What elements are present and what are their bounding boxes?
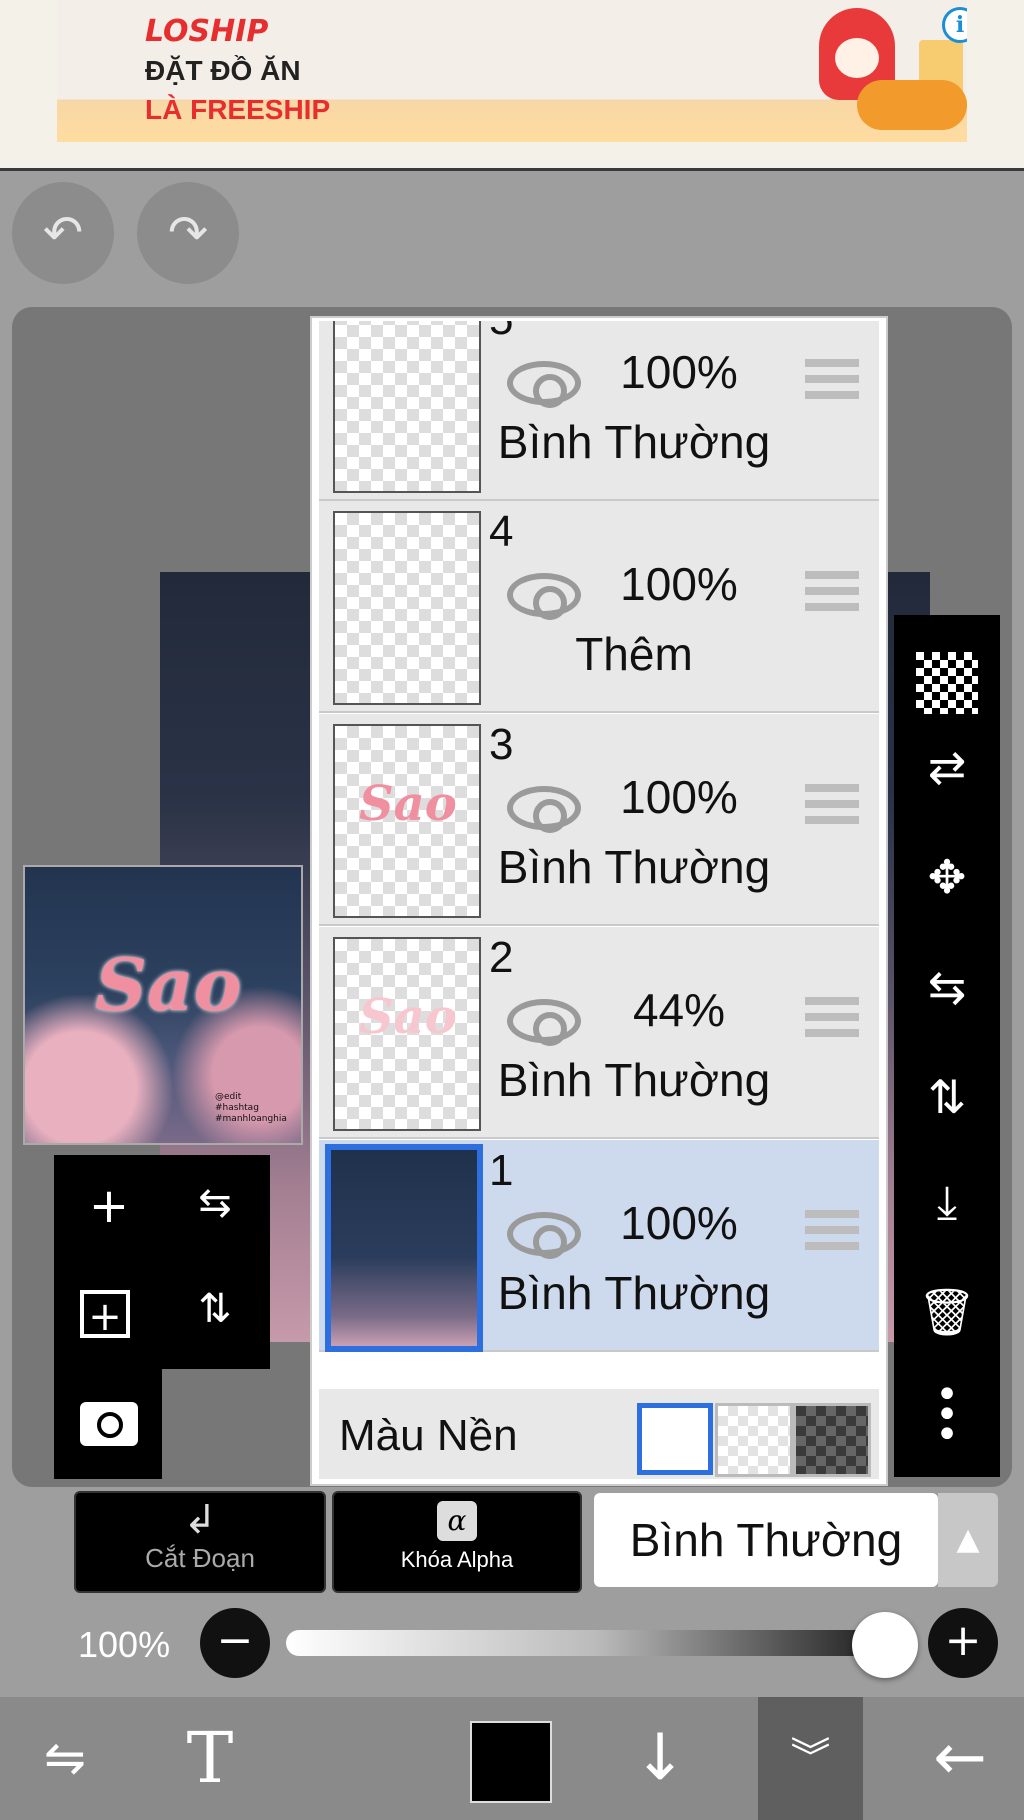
layer-number: 1 (489, 1146, 514, 1195)
layer-thumbnail-text: Sao (359, 776, 457, 832)
add-layer-copy-icon[interactable]: + (80, 1290, 130, 1340)
minus-icon: − (216, 1615, 254, 1666)
background-color-label: Màu Nền (339, 1411, 518, 1460)
merge-down-icon[interactable]: ⤓ (894, 1175, 1000, 1231)
preview-title-text: Sao (95, 942, 242, 1027)
flip-horizontal-icon[interactable]: ⇆ (170, 1180, 260, 1226)
undo-icon: ↶ (42, 205, 84, 261)
alpha-lock-button[interactable]: α Khóa Alpha (332, 1491, 582, 1593)
layer-row-3[interactable]: Sao 3 100% Bình Thường (319, 714, 879, 926)
eye-icon[interactable] (507, 999, 581, 1046)
flip-vertical-rotate-icon[interactable]: ⇅ (894, 1070, 1000, 1124)
color-swatch[interactable] (470, 1721, 552, 1803)
double-chevron-down-button[interactable]: ︾ (758, 1697, 863, 1820)
layer-thumbnail: Sao (333, 937, 481, 1131)
layer-thumbnail (333, 321, 481, 493)
layer-row-5[interactable]: 5 100% Bình Thường (319, 318, 879, 501)
layer-opacity: 100% (620, 771, 738, 823)
opacity-increase-button[interactable]: + (928, 1608, 998, 1678)
eye-icon[interactable] (507, 361, 581, 408)
layer-thumbnail (325, 1144, 483, 1352)
drag-handle-icon[interactable] (805, 359, 859, 407)
plus-icon: + (944, 1615, 982, 1666)
layer-opacity: 44% (632, 984, 726, 1036)
layer-opacity: 100% (620, 346, 738, 398)
layer-row-4[interactable]: 4 100% Thêm (319, 501, 879, 713)
back-arrow-icon[interactable]: ← (910, 1697, 1010, 1820)
drag-handle-icon[interactable] (805, 1210, 859, 1258)
opacity-slider[interactable] (286, 1630, 906, 1656)
layer-thumbnail: Sao (333, 724, 481, 918)
background-color-row: Màu Nền (319, 1389, 879, 1479)
clip-arrow-icon: ↲ (183, 1497, 217, 1543)
brush-eraser-swap-icon[interactable]: ⇋ (20, 1697, 110, 1820)
canvas-preview-thumbnail: Sao @edit #hashtag #manhloanghia (23, 865, 303, 1145)
layer-number: 3 (489, 720, 514, 769)
drag-handle-icon[interactable] (805, 784, 859, 832)
eye-icon[interactable] (507, 573, 581, 620)
ad-brand: LOSHIP (145, 14, 269, 49)
redo-button[interactable]: ↷ (137, 182, 239, 284)
clip-button[interactable]: ↲ Cắt Đoạn (74, 1491, 326, 1593)
clip-label: Cắt Đoạn (145, 1543, 255, 1573)
trash-icon[interactable]: 🗑 (894, 1285, 1000, 1340)
ad-banner-bar: LOSHIP ĐẶT ĐỒ ĂN LÀ FREESHIP i ✕ (0, 0, 1024, 171)
layer-thumbnail-text: Sao (359, 989, 457, 1045)
ad-banner[interactable]: LOSHIP ĐẶT ĐỒ ĂN LÀ FREESHIP i ✕ (57, 0, 967, 142)
move-icon[interactable]: ✥ (894, 850, 1000, 904)
layer-blend-mode: Thêm (575, 628, 693, 680)
layers-panel: 5 100% Bình Thường 4 100% Thêm Sao 3 100… (312, 318, 886, 1484)
arrow-down-icon[interactable]: ↓ (620, 1697, 700, 1820)
drag-handle-icon[interactable] (805, 997, 859, 1045)
ad-line-2: LÀ FREESHIP (145, 94, 331, 125)
ad-food-image (857, 80, 967, 130)
blend-mode-value: Bình Thường (629, 1514, 903, 1566)
alpha-lock-icon: α (437, 1501, 477, 1541)
add-layer-icon[interactable]: + (64, 1178, 154, 1234)
eye-icon[interactable] (507, 786, 581, 833)
swap-layers-icon[interactable]: ⇄ (894, 740, 1000, 794)
preview-credit-text: @edit #hashtag #manhloanghia (215, 1092, 287, 1124)
layer-number: 2 (489, 933, 514, 982)
ad-line-1: ĐẶT ĐỒ ĂN (145, 55, 301, 86)
layer-blend-mode: Bình Thường (497, 1054, 771, 1106)
alpha-lock-label: Khóa Alpha (400, 1547, 514, 1572)
more-icon[interactable]: • • • (894, 1375, 1000, 1455)
flip-vertical-icon[interactable]: ⇅ (170, 1286, 260, 1332)
bottom-toolbar: ⇋ T ↓ ︾ ← (0, 1697, 1024, 1820)
layer-opacity: 100% (620, 558, 738, 610)
opacity-decrease-button[interactable]: − (200, 1608, 270, 1678)
layer-opacity: 100% (620, 1197, 738, 1249)
right-tool-strip: ⇄ ✥ ⇆ ⇅ ⤓ 🗑 • • • (894, 615, 1000, 1477)
transparency-icon[interactable] (894, 640, 1000, 714)
ad-info-icon[interactable]: i (942, 7, 967, 43)
double-chevron-down-icon: ︾ (790, 1735, 831, 1781)
layer-thumbnail (333, 511, 481, 705)
redo-icon: ↷ (167, 205, 209, 261)
layer-blend-mode: Bình Thường (497, 841, 771, 893)
background-white-swatch[interactable] (637, 1403, 713, 1475)
eye-icon[interactable] (507, 1212, 581, 1259)
background-transparent-dark-swatch[interactable] (793, 1403, 871, 1477)
ad-mascot-face (835, 38, 879, 78)
opacity-slider-handle[interactable] (852, 1612, 918, 1678)
undo-button[interactable]: ↶ (12, 182, 114, 284)
blend-mode-select[interactable]: Bình Thường (594, 1493, 938, 1587)
layer-number: 4 (489, 507, 514, 556)
background-transparent-light-swatch[interactable] (715, 1403, 793, 1477)
layer-row-1[interactable]: 1 100% Bình Thường (319, 1140, 879, 1352)
opacity-value: 100% (78, 1624, 171, 1665)
camera-icon[interactable] (80, 1402, 138, 1446)
chevron-up-icon[interactable]: ▲ (938, 1493, 998, 1587)
layer-row-2[interactable]: Sao 2 44% Bình Thường (319, 927, 879, 1139)
drag-handle-icon[interactable] (805, 571, 859, 619)
layer-number: 5 (489, 318, 514, 344)
text-icon[interactable]: T (160, 1697, 260, 1820)
layer-blend-mode: Bình Thường (497, 1267, 771, 1319)
layer-blend-mode: Bình Thường (497, 416, 771, 468)
flip-horizontal-rotate-icon[interactable]: ⇆ (894, 960, 1000, 1014)
